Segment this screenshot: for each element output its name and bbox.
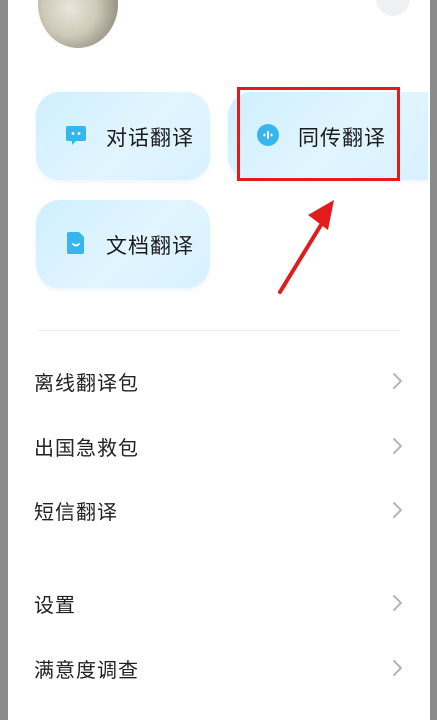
document-icon — [67, 232, 84, 254]
dialogue-translation-card[interactable]: 对话翻译 — [36, 92, 210, 180]
card-label: 对话翻译 — [106, 126, 194, 150]
menu-item-label: 短信翻译 — [34, 500, 118, 524]
highlight-box — [237, 87, 400, 181]
card-label: 文档翻译 — [106, 234, 194, 258]
document-translation-card[interactable]: 文档翻译 — [36, 200, 210, 288]
menu-panel: 对话翻译 同传翻译 文档翻译 离线翻译包 出国急救包 短信翻译 设置 满意度调查 — [8, 0, 430, 720]
chevron-right-icon — [393, 438, 402, 454]
menu-item-sms-translation[interactable]: 短信翻译 — [8, 482, 430, 538]
corner-button[interactable] — [376, 0, 410, 16]
chevron-right-icon — [393, 660, 402, 676]
menu-item-emergency-pack[interactable]: 出国急救包 — [8, 418, 430, 474]
chevron-right-icon — [393, 502, 402, 518]
avatar[interactable] — [38, 0, 118, 48]
chevron-right-icon — [393, 373, 402, 389]
menu-item-label: 设置 — [34, 593, 76, 617]
chat-bubble-icon — [66, 126, 86, 145]
menu-item-settings[interactable]: 设置 — [8, 575, 430, 631]
menu-item-survey[interactable]: 满意度调查 — [8, 640, 430, 696]
menu-item-label: 离线翻译包 — [34, 371, 139, 395]
menu-item-label: 出国急救包 — [34, 436, 139, 460]
divider — [38, 330, 400, 331]
chevron-right-icon — [393, 595, 402, 611]
menu-item-offline-pack[interactable]: 离线翻译包 — [8, 353, 430, 409]
menu-item-label: 满意度调查 — [34, 658, 139, 682]
